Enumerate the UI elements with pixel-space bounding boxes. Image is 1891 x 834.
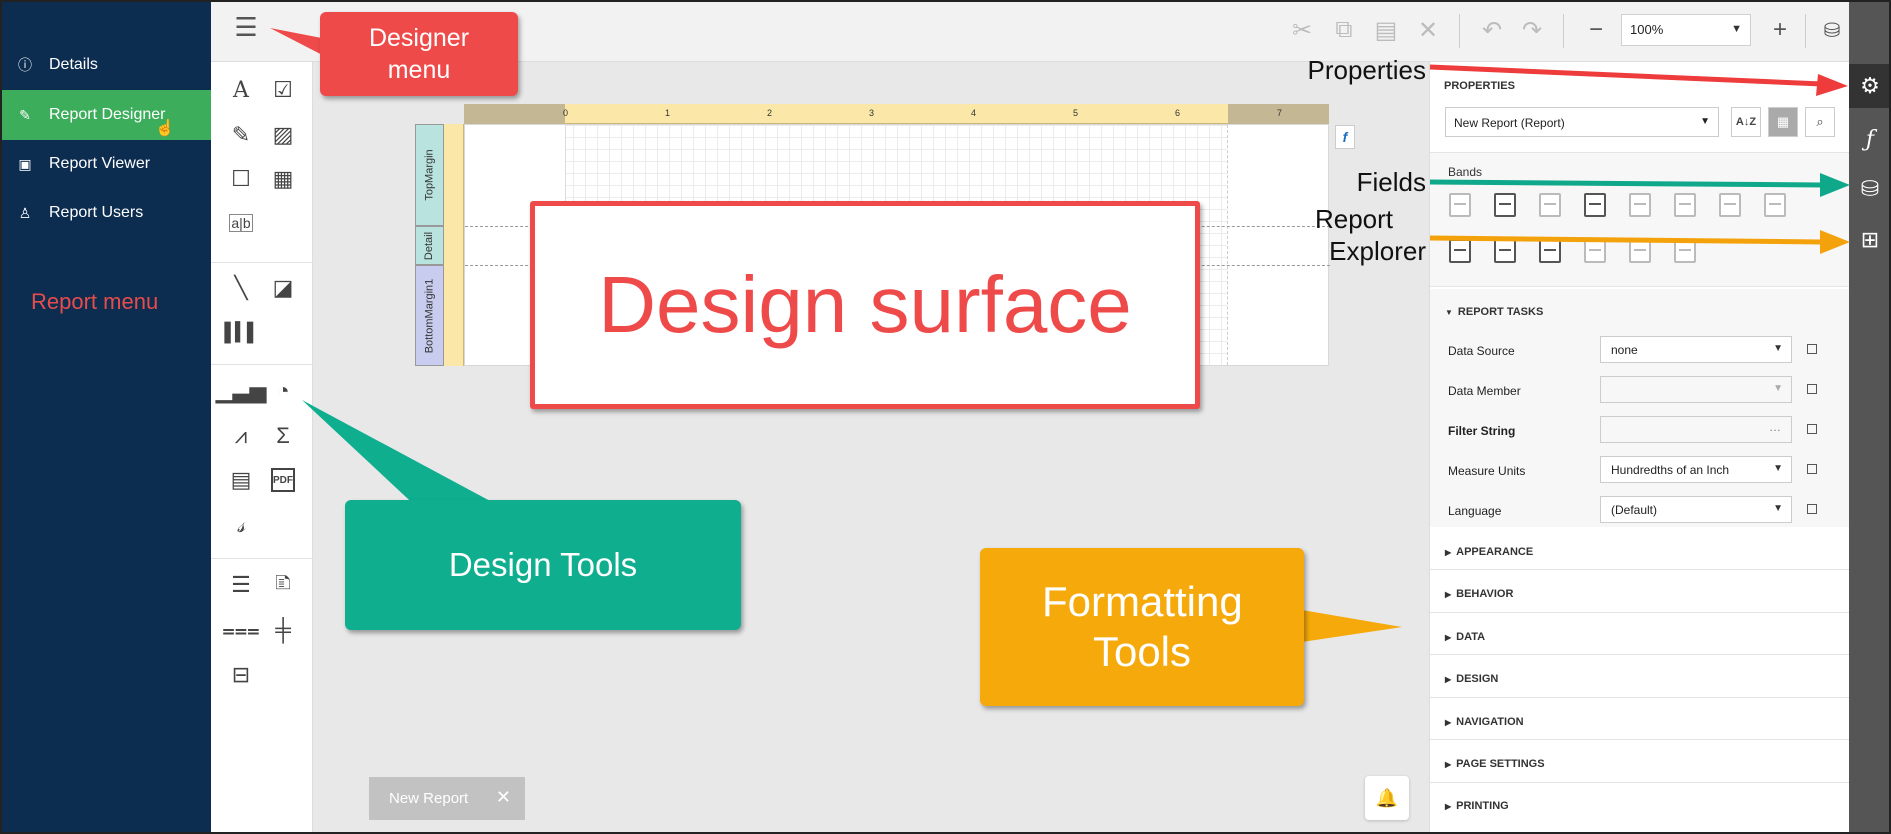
callout-text: Formatting Tools <box>1042 578 1243 675</box>
report-explorer-annotation-line1: Report <box>1314 204 1394 234</box>
designer-menu-callout: Designer menu <box>320 12 518 96</box>
fields-arrow-head <box>1820 173 1850 197</box>
properties-arrow-line <box>1429 64 1823 87</box>
design-tools-callout: Design Tools <box>345 500 741 630</box>
report-explorer-annotation-line2: Explorer <box>1329 236 1426 266</box>
callout-text: Design Tools <box>448 546 638 583</box>
screenshot-root: ⓘ Details ✎ Report Designer ☝ ▣ Report V… <box>0 0 1891 834</box>
properties-annotation: Properties <box>1307 55 1427 85</box>
report-explorer-arrow-head <box>1820 230 1850 254</box>
fields-arrow-line <box>1429 179 1823 188</box>
callout-text: Designer menu <box>368 24 470 84</box>
callout-text: Design surface <box>598 260 1132 349</box>
report-explorer-arrow-line <box>1429 235 1823 245</box>
formatting-tools-pointer <box>1302 610 1402 642</box>
annotation-arrows <box>270 28 1850 642</box>
design-surface-callout: Design surface <box>530 201 1200 409</box>
formatting-tools-callout: Formatting Tools <box>980 548 1304 706</box>
design-tools-pointer <box>302 400 492 512</box>
properties-arrow-head <box>1816 74 1848 96</box>
fields-annotation: Fields <box>1356 167 1426 197</box>
